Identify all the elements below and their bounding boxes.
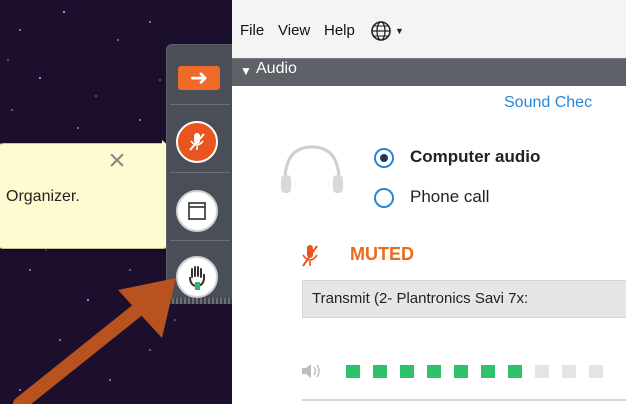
menu-file[interactable]: File — [240, 22, 264, 39]
annotation-arrow — [13, 278, 176, 404]
level-segment — [535, 365, 549, 378]
phone-call-radio[interactable] — [374, 188, 394, 208]
sound-check-link[interactable]: Sound Chec — [504, 94, 592, 112]
language-menu[interactable]: ▼ — [370, 20, 404, 42]
audio-section-body — [232, 86, 626, 404]
level-segment — [373, 365, 387, 378]
level-segment — [427, 365, 441, 378]
mute-toggle-button[interactable] — [176, 121, 218, 163]
tooltip-text: Organizer. — [6, 188, 80, 205]
globe-icon — [371, 21, 391, 41]
microphone-muted-icon — [302, 245, 318, 267]
microphone-muted-icon — [189, 133, 205, 151]
toolbar-divider — [170, 172, 230, 173]
toolbar-divider — [170, 240, 230, 241]
chat-button[interactable] — [176, 190, 218, 232]
level-segment — [508, 365, 522, 378]
close-icon[interactable]: × — [103, 146, 131, 176]
menu-view[interactable]: View — [278, 22, 310, 39]
level-segment — [481, 365, 495, 378]
divider — [302, 399, 626, 401]
level-segment — [400, 365, 414, 378]
chevron-down-icon: ▼ — [395, 26, 404, 36]
level-segment — [562, 365, 576, 378]
muted-status: MUTED — [350, 244, 414, 264]
expand-panel-button[interactable]: ➜ — [178, 65, 220, 90]
audio-section-title: Audio — [256, 60, 297, 77]
toolbar-divider — [170, 104, 230, 105]
right-arrow-icon: ➜ — [189, 65, 209, 90]
speaker-icon — [302, 364, 320, 378]
level-segment — [346, 365, 360, 378]
menu-help[interactable]: Help — [324, 22, 355, 39]
chat-window-icon — [188, 202, 206, 220]
phone-call-label[interactable]: Phone call — [410, 187, 489, 207]
computer-audio-radio[interactable] — [374, 148, 394, 168]
level-segment — [454, 365, 468, 378]
headset-icon — [281, 145, 343, 193]
transmit-device-value: Transmit (2- Plantronics Savi 7x: — [312, 290, 529, 307]
collapse-arrow-icon[interactable]: ▼ — [240, 64, 252, 78]
computer-audio-label[interactable]: Computer audio — [410, 147, 540, 167]
level-segment — [589, 365, 603, 378]
